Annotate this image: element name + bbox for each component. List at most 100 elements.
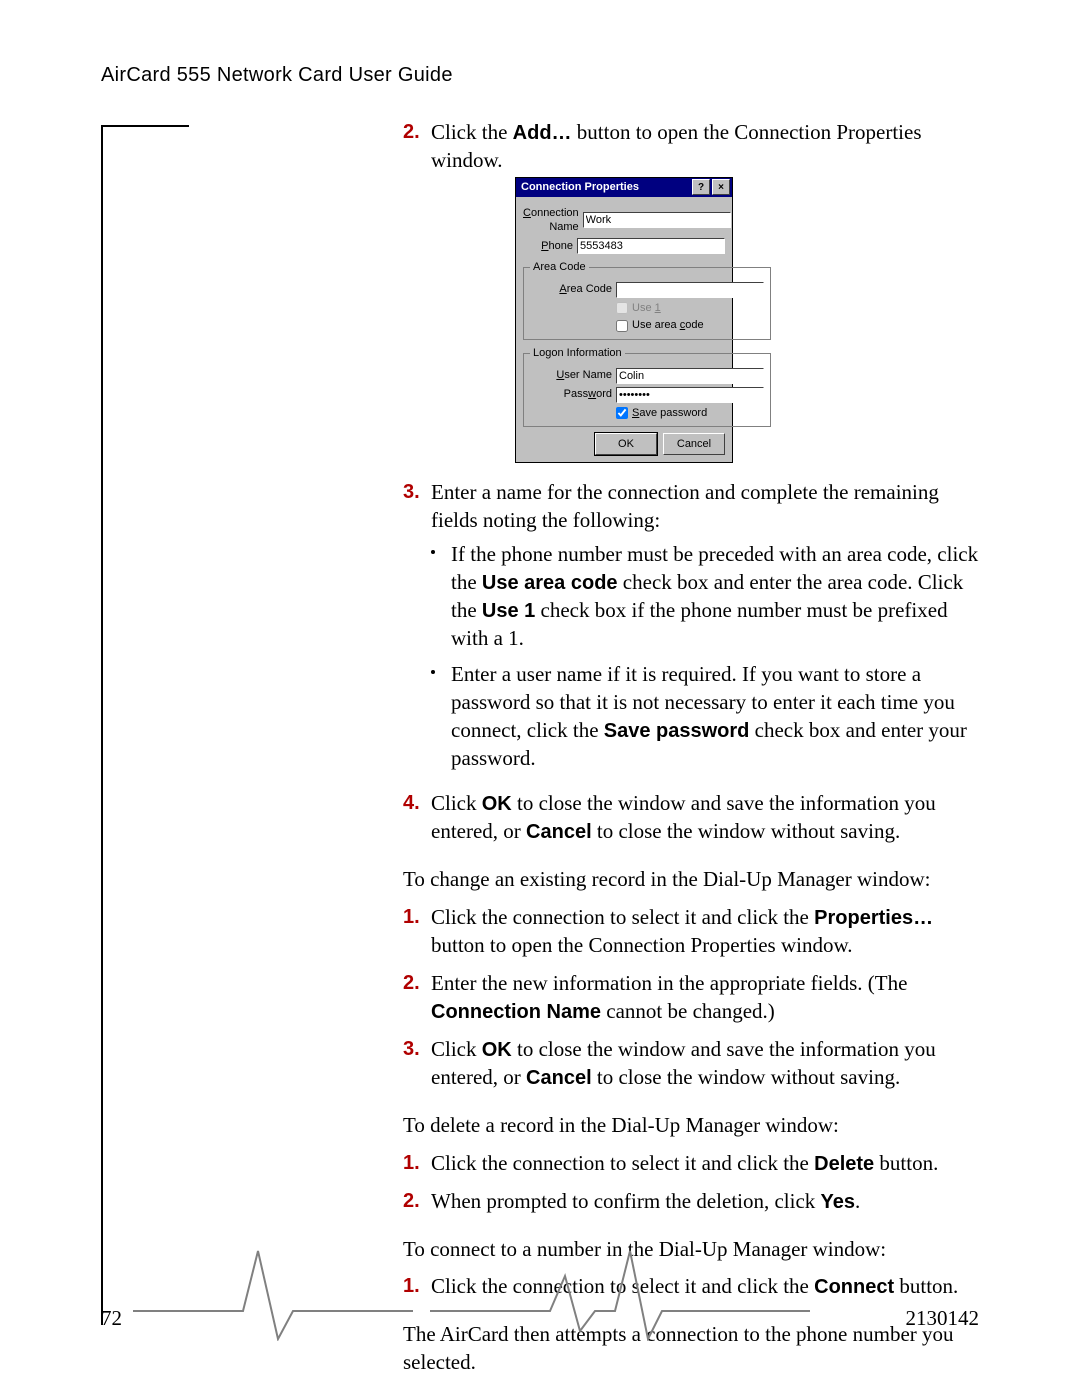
para-change: To change an existing record in the Dial… [403,866,979,894]
text: button to open the Connection Properties… [431,933,853,957]
group-area-code: Area Code Area Code Use 1 [523,260,771,340]
row-phone: Phone [523,238,725,254]
bold: Delete [814,1153,874,1175]
connection-properties-dialog: Connection Properties ? × Connection Nam… [515,177,733,463]
steps-change: 1. Click the connection to select it and… [403,904,979,1100]
doc-number: 2130142 [906,1306,980,1331]
group-logon: Logon Information User Name Password [523,346,771,427]
legend-logon: Logon Information [530,346,625,361]
close-icon[interactable]: × [712,179,730,195]
label-phone: Phone [523,239,577,254]
step-1: 1. Click the connection to select it and… [403,1150,979,1186]
ok-button[interactable]: OK [595,433,657,455]
text: Enter a name for the connection and comp… [431,480,939,532]
text: Click [431,791,482,815]
step-4: 4. Click OK to close the window and save… [403,790,979,854]
text: Click the connection to select it and cl… [431,1151,814,1175]
bold: Yes [821,1191,855,1213]
dialog-screenshot: Connection Properties ? × Connection Nam… [515,177,979,463]
step-3: 3. Click OK to close the window and save… [403,1036,979,1100]
cancel-button[interactable]: Cancel [663,433,725,455]
text: button. [874,1151,938,1175]
row-area-code: Area Code [530,282,764,298]
row-username: User Name [530,368,764,384]
bold: Properties… [814,907,933,929]
input-username[interactable] [616,368,764,384]
checkbox-use-area-code[interactable]: Use area code [616,318,764,333]
text: Click the connection to select it and cl… [431,905,814,929]
row-connection-name: Connection Name [523,206,725,235]
bold: Cancel [526,1067,592,1089]
legend-area-code: Area Code [530,260,589,275]
step-1: 1. Click the connection to select it and… [403,904,979,968]
label-connection-name: Connection Name [523,206,583,235]
step-number: 4. [403,790,420,817]
input-area-code[interactable] [616,282,764,298]
dialog-body: Connection Name Phone Area Code Area Co [516,197,732,462]
step-2: 2. When prompted to confirm the deletion… [403,1188,979,1224]
label-username: User Name [530,368,616,383]
bold: Save password [604,720,750,742]
para-delete: To delete a record in the Dial-Up Manage… [403,1112,979,1140]
titlebar: Connection Properties ? × [516,178,732,197]
dialog-title: Connection Properties [518,180,690,195]
margin-rule-vertical [101,125,103,1325]
bullet-icon [431,670,435,674]
checkbox-use-1-label: Use 1 [632,301,661,316]
bold: Connect [814,1276,894,1298]
step-number: 1. [403,1150,420,1177]
bullet-icon [431,550,435,554]
steps-add: 2. Click the Add… button to open the Con… [403,119,979,854]
ecg-decoration-right [430,1231,810,1341]
text: . [855,1189,860,1213]
text: Click [431,1037,482,1061]
input-connection-name[interactable] [583,212,731,228]
bold: OK [482,1039,512,1061]
text: cannot be changed.) [601,999,775,1023]
bullet-username: Enter a user name if it is required. If … [431,661,979,781]
step-number: 1. [403,904,420,931]
dialog-buttons: OK Cancel [523,433,725,455]
checkbox-use-area-code-input[interactable] [616,320,628,332]
step-2: 2. Enter the new information in the appr… [403,970,979,1034]
text: Enter the new information in the appropr… [431,971,907,995]
step-number: 3. [403,479,420,506]
label-password: Password [530,387,616,402]
main-content: 2. Click the Add… button to open the Con… [403,119,979,1387]
text: to close the window without saving. [592,819,901,843]
step-number: 2. [403,119,420,146]
checkbox-save-password-input[interactable] [616,407,628,419]
input-phone[interactable] [577,238,725,254]
sub-bullets: If the phone number must be preceded wit… [431,541,979,780]
help-icon[interactable]: ? [692,179,710,195]
page: AirCard 555 Network Card User Guide 2. C… [0,0,1080,1397]
running-header: AirCard 555 Network Card User Guide [101,64,453,87]
text: When prompted to confirm the deletion, c… [431,1189,821,1213]
input-password[interactable] [616,387,764,403]
text: button. [894,1274,958,1298]
page-number: 72 [101,1306,122,1331]
bold: Use area code [482,572,618,594]
step-3: 3. Enter a name for the connection and c… [403,479,979,788]
text: Click the [431,120,513,144]
checkbox-save-password-label: Save password [632,406,707,421]
step-number: 2. [403,1188,420,1215]
steps-delete: 1. Click the connection to select it and… [403,1150,979,1224]
bold-add: Add… [513,122,572,144]
checkbox-use-1[interactable]: Use 1 [616,301,764,316]
step-number: 3. [403,1036,420,1063]
checkbox-use-area-code-label: Use area code [632,318,704,333]
ecg-decoration-left [133,1231,413,1341]
bold: Use 1 [482,600,535,622]
bold: OK [482,793,512,815]
checkbox-save-password[interactable]: Save password [616,406,764,421]
margin-rule-horizontal [101,125,189,127]
step-2: 2. Click the Add… button to open the Con… [403,119,979,477]
text: to close the window without saving. [592,1065,901,1089]
bullet-area-code: If the phone number must be preceded wit… [431,541,979,661]
bold: Cancel [526,821,592,843]
label-area-code: Area Code [530,282,616,297]
row-password: Password [530,387,764,403]
checkbox-use-1-input[interactable] [616,302,628,314]
bold: Connection Name [431,1001,601,1023]
